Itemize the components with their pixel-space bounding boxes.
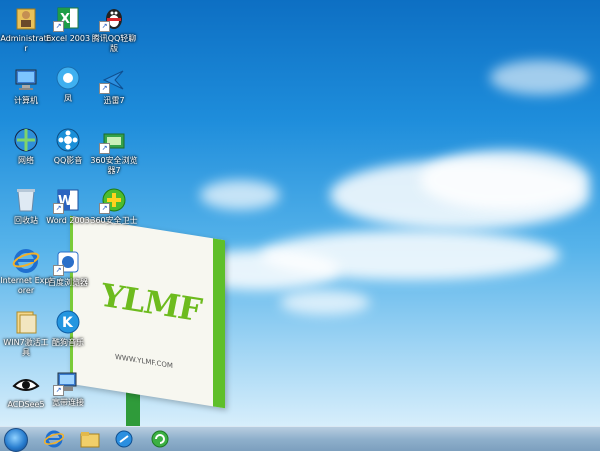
- qq-browser-icon: [53, 64, 83, 92]
- user-folder-icon: [11, 4, 41, 32]
- safeguard-360-icon: ↗: [99, 186, 129, 214]
- taskbar-refresh-browser[interactable]: [148, 429, 172, 449]
- word-icon: W ↗: [53, 186, 83, 214]
- shortcut-arrow-icon: ↗: [99, 83, 110, 94]
- refresh-browser-icon: [151, 430, 169, 448]
- activation-folder-icon: [11, 308, 41, 336]
- desktop[interactable]: YLMF WWW.YLMF.COM Administrator 计算机 网络 回…: [0, 0, 600, 426]
- desktop-icon-qq[interactable]: ↗ 腾讯QQ轻聊版: [88, 4, 140, 54]
- desktop-icon-excel[interactable]: X ↗ Excel 2003: [42, 4, 94, 44]
- broadband-icon: ↗: [53, 368, 83, 396]
- billboard-url: WWW.YLMF.COM: [115, 352, 173, 371]
- qq-penguin-icon: ↗: [99, 4, 129, 32]
- cloud: [420, 150, 590, 210]
- excel-icon: X ↗: [53, 4, 83, 32]
- taskbar-file-explorer[interactable]: [78, 429, 102, 449]
- recycle-bin-icon: [11, 186, 41, 214]
- desktop-icon-word[interactable]: W ↗ Word 2003: [42, 186, 94, 226]
- internet-explorer-icon: [11, 246, 41, 274]
- shortcut-arrow-icon: ↗: [53, 21, 64, 32]
- desktop-icon-360-browser[interactable]: ↗ 360安全浏览器7: [88, 126, 140, 176]
- taskbar-browser[interactable]: [112, 429, 136, 449]
- svg-text:K: K: [62, 315, 74, 331]
- taskbar-internet-explorer[interactable]: [42, 429, 66, 449]
- desktop-icon-baidu-browser[interactable]: ↗ 百度浏览器: [42, 248, 94, 288]
- thunder-icon: ↗: [99, 66, 129, 94]
- cloud: [490, 60, 590, 95]
- network-icon: [11, 126, 41, 154]
- desktop-icon-qq-browser[interactable]: 凤: [42, 64, 94, 104]
- kugou-icon: K: [53, 308, 83, 336]
- billboard-logo: YLMF: [101, 275, 201, 330]
- computer-icon: [11, 66, 41, 94]
- cloud: [200, 180, 280, 210]
- desktop-icon-broadband[interactable]: ↗ 宽带连接: [42, 368, 94, 408]
- shortcut-arrow-icon: ↗: [99, 203, 110, 214]
- browser-360-icon: ↗: [99, 126, 129, 154]
- start-orb-icon[interactable]: [4, 428, 28, 452]
- shortcut-arrow-icon: ↗: [99, 21, 110, 32]
- shortcut-arrow-icon: ↗: [99, 143, 110, 154]
- internet-explorer-icon: [44, 430, 64, 448]
- shortcut-arrow-icon: ↗: [53, 385, 64, 396]
- shortcut-arrow-icon: ↗: [53, 265, 64, 276]
- qq-player-icon: [53, 126, 83, 154]
- shortcut-arrow-icon: ↗: [53, 203, 64, 214]
- taskbar: [0, 426, 600, 452]
- desktop-icon-thunder[interactable]: ↗ 迅雷7: [88, 66, 140, 106]
- desktop-icon-360-safeguard[interactable]: ↗ 360安全卫士: [88, 186, 140, 226]
- desktop-icon-kugou[interactable]: K 酷狗音乐: [42, 308, 94, 348]
- file-explorer-icon: [80, 432, 100, 448]
- baidu-browser-icon: ↗: [53, 248, 83, 276]
- desktop-icon-qq-player[interactable]: QQ影音: [42, 126, 94, 166]
- cloud: [280, 290, 370, 315]
- acdsee-eye-icon: [11, 370, 41, 398]
- browser-icon: [115, 430, 133, 448]
